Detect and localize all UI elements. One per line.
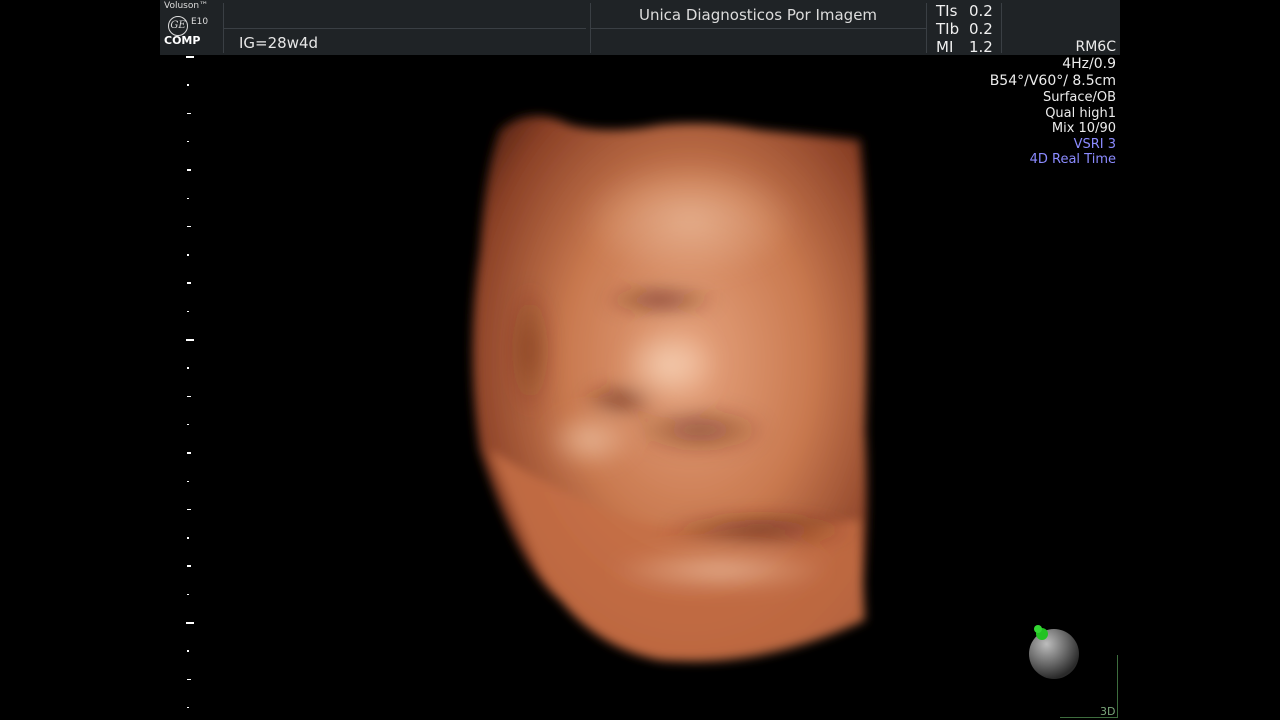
ruler-tick [187,84,189,86]
ti-label: MI [936,38,954,56]
ruler-tick [187,197,189,199]
ruler-tick [187,367,189,369]
ruler-tick [187,282,191,284]
ruler-tick [187,508,191,511]
probe-name: RM6C [1075,39,1117,55]
ruler-tick [187,140,189,143]
frame-rate: 4Hz/0.9 [1062,56,1116,72]
orientation-axis [1117,655,1118,718]
ruler-tick [186,56,194,58]
mechanical-index: MI 1.2 [936,38,993,56]
ruler-tick [187,537,189,539]
ruler-tick [187,112,191,115]
orientation-sphere [1029,625,1079,679]
header-divider [224,28,586,29]
quality: Qual high1 [1045,105,1116,121]
header-divider [926,3,927,53]
header-divider [591,28,926,29]
ruler-tick [187,565,191,567]
ruler-tick [187,169,191,171]
model-label: E10 [191,17,209,27]
ultrasound-screen: Voluson™ GE E10 COMP IG=28w4d Unica Diag… [160,0,1120,720]
ruler-tick [187,593,189,596]
view-mode-label: 3D [1100,705,1116,718]
ruler-tick [186,622,194,624]
depth-ruler [186,56,194,716]
clinic-name: Unica Diagnosticos Por Imagem [638,6,878,24]
ti-soft-tissue: TIs 0.2 [936,2,993,20]
render-mode: Surface/OB [1042,90,1116,105]
gestational-age: IG=28w4d [239,34,319,52]
ruler-tick [187,480,189,482]
ruler-tick [186,339,194,341]
ruler-tick [187,678,191,681]
fetal-face-3d-render [472,116,867,662]
ruler-tick [187,225,191,228]
angles-depth: B54°/V60°/ 8.5cm [989,73,1116,89]
ti-value: 0.2 [969,2,993,20]
ruler-tick [187,254,189,256]
ti-bone: TIb 0.2 [936,20,993,38]
ti-label: TIb [936,20,960,38]
ruler-tick [187,395,191,398]
mode-label: COMP [164,34,201,47]
brand-label: Voluson™ [164,1,209,11]
header-bar: Voluson™ GE E10 COMP IG=28w4d Unica Diag… [160,0,1120,56]
ge-voluson-logo: Voluson™ GE E10 COMP [164,1,220,51]
ruler-tick [187,452,191,454]
vsri: VSRI 3 [1073,136,1116,152]
probe-parameters: RM6C 4Hz/0.9 B54°/V60°/ 8.5cm Surface/OB… [990,39,1116,168]
ruler-tick [187,706,189,709]
ruler-tick [187,423,189,426]
ruler-tick [187,650,189,652]
ruler-tick [187,310,189,313]
ge-logo-icon: GE [168,16,188,36]
mix: Mix 10/90 [1051,121,1116,136]
ti-value: 0.2 [969,20,993,38]
realtime-mode: 4D Real Time [1029,152,1116,167]
ti-label: TIs [936,2,958,20]
